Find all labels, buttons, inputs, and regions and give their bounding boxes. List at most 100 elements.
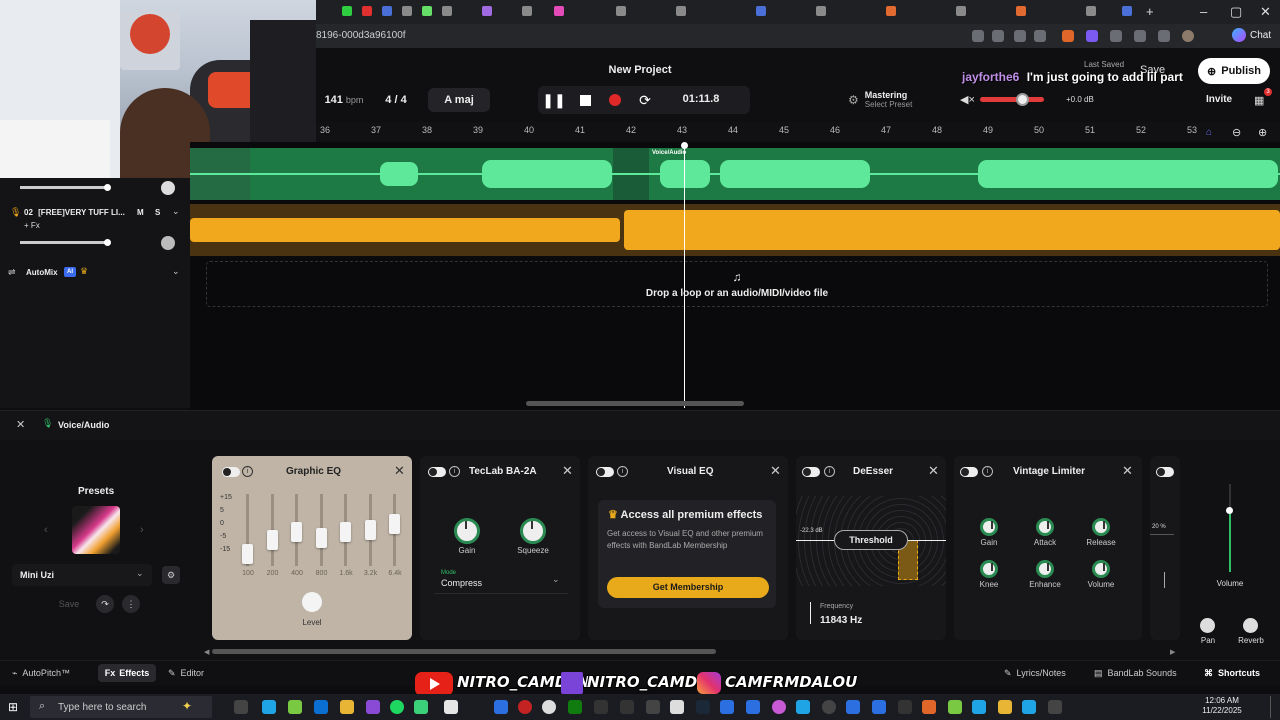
scroll-right-icon[interactable]: ▶ <box>1170 648 1175 656</box>
info-icon[interactable]: i <box>824 466 835 477</box>
app-icon[interactable] <box>872 700 886 714</box>
volume-fader-handle[interactable] <box>1226 507 1233 514</box>
preset-thumbnail[interactable] <box>72 506 120 554</box>
drop-zone[interactable]: ♫ Drop a loop or an audio/MIDI/video fil… <box>206 261 1268 307</box>
show-desktop[interactable] <box>1270 696 1280 718</box>
close-fx-icon[interactable]: ✕ <box>16 418 25 431</box>
teclab-toggle[interactable] <box>428 467 446 477</box>
gain-knob[interactable] <box>454 518 480 544</box>
graphic-eq-toggle[interactable] <box>222 467 240 477</box>
edge-icon[interactable] <box>262 700 276 714</box>
app-icon[interactable] <box>366 700 380 714</box>
timeline-ruler[interactable]: 36 37 38 39 40 41 42 43 44 45 46 47 48 49 50 51 52 53 <box>316 122 1280 142</box>
track-2-mute[interactable]: M <box>137 208 144 217</box>
star-icon[interactable] <box>1034 30 1046 42</box>
task-view-icon[interactable] <box>234 700 248 714</box>
eq-band-handle[interactable] <box>315 528 327 548</box>
tab-icon[interactable] <box>956 6 966 16</box>
address-bar[interactable]: 8196-000d3a96100f Chat <box>316 24 1280 48</box>
new-tab-icon[interactable]: + <box>1146 4 1154 19</box>
outlook-icon[interactable] <box>314 700 328 714</box>
app-icon[interactable] <box>518 700 532 714</box>
squeeze-knob[interactable] <box>520 518 546 544</box>
record-icon[interactable] <box>604 89 626 111</box>
lyrics-notes-button[interactable]: ✎ Lyrics/Notes <box>1004 668 1066 679</box>
app-icon[interactable] <box>414 700 428 714</box>
close-icon[interactable]: ✕ <box>562 463 573 479</box>
volume-knob[interactable] <box>1092 560 1110 578</box>
chevron-right-icon[interactable]: › <box>140 524 144 536</box>
app-icon[interactable] <box>620 700 634 714</box>
tab-icon[interactable] <box>1122 6 1132 16</box>
track-1-volume-slider[interactable] <box>20 186 108 189</box>
track-2-solo[interactable]: S <box>155 208 160 217</box>
chevron-left-icon[interactable]: ‹ <box>44 524 48 536</box>
close-icon[interactable]: ✕ <box>770 463 781 479</box>
extension-icon[interactable] <box>1086 30 1098 42</box>
tab-icon[interactable] <box>676 6 686 16</box>
info-icon[interactable]: i <box>242 466 253 477</box>
track-2-volume-slider[interactable] <box>20 241 108 244</box>
knee-knob[interactable] <box>980 560 998 578</box>
extension-icon[interactable] <box>992 30 1004 42</box>
profile-avatar[interactable] <box>1182 30 1194 42</box>
stop-icon[interactable] <box>574 89 596 111</box>
zoom-in-icon[interactable]: ⊕ <box>1258 126 1267 139</box>
get-membership-button[interactable]: Get Membership <box>607 577 769 598</box>
track-2-pan-knob[interactable] <box>161 236 175 250</box>
favorites-icon[interactable] <box>1134 30 1146 42</box>
eq-band-handle[interactable] <box>291 522 302 542</box>
mastering-selector[interactable]: ⚙ Mastering Select Preset <box>848 88 948 112</box>
track-1-volume-handle[interactable] <box>104 184 111 191</box>
enhance-knob[interactable] <box>1036 560 1054 578</box>
explorer-icon[interactable] <box>340 700 354 714</box>
threshold-control[interactable]: Threshold <box>834 530 908 550</box>
vintage-limiter-toggle[interactable] <box>960 467 978 477</box>
app-icon[interactable] <box>720 700 734 714</box>
preset-settings-icon[interactable]: ⚙ <box>162 566 180 584</box>
app-icon[interactable] <box>646 700 660 714</box>
calendar-icon[interactable]: ▦ <box>1254 94 1264 107</box>
horizontal-scrollbar[interactable] <box>526 401 744 406</box>
voice-audio-clip[interactable]: Voice/Audio <box>190 148 1280 200</box>
attack-knob[interactable] <box>1036 518 1054 536</box>
app-icon[interactable] <box>922 700 936 714</box>
tab-icon[interactable] <box>616 6 626 16</box>
tab-icon[interactable] <box>756 6 766 16</box>
more-options-icon[interactable]: ⋮ <box>122 595 140 613</box>
mute-master-icon[interactable]: ◀× <box>960 93 975 106</box>
app-icon[interactable] <box>594 700 608 714</box>
pan-knob[interactable] <box>1200 618 1215 633</box>
info-icon[interactable]: i <box>617 466 628 477</box>
track-1-pan-knob[interactable] <box>161 181 175 195</box>
level-knob[interactable] <box>302 592 322 612</box>
tab-icon[interactable] <box>402 6 412 16</box>
chevron-down-icon[interactable]: ⌄ <box>172 266 180 277</box>
tab-icon[interactable] <box>342 6 352 16</box>
install-icon[interactable] <box>1014 30 1026 42</box>
info-icon[interactable]: i <box>449 466 460 477</box>
publish-button[interactable]: ⊕ Publish <box>1198 58 1270 84</box>
eq-band-handle[interactable] <box>364 520 376 540</box>
autopitch-tab[interactable]: ⌁ AutoPitch™ <box>12 668 70 679</box>
playhead-handle[interactable] <box>681 142 688 149</box>
partial-toggle[interactable] <box>1156 467 1174 477</box>
close-window-icon[interactable]: ✕ <box>1260 4 1271 20</box>
tab-icon[interactable] <box>422 6 432 16</box>
app-icon[interactable] <box>542 700 556 714</box>
taskbar-clock[interactable]: 12:06 AM 11/22/2025 <box>1200 696 1244 716</box>
app-icon[interactable] <box>772 700 786 714</box>
gain-knob[interactable] <box>980 518 998 536</box>
app-icon[interactable] <box>998 700 1012 714</box>
project-title[interactable]: New Project <box>560 64 720 76</box>
visual-eq-toggle[interactable] <box>596 467 614 477</box>
collections-icon[interactable] <box>1158 30 1170 42</box>
zoom-out-icon[interactable]: ⊖ <box>1232 126 1241 139</box>
mode-selector[interactable]: Mode Compress ⌄ <box>434 566 568 594</box>
app-icon[interactable] <box>1022 700 1036 714</box>
close-icon[interactable]: ✕ <box>394 463 405 479</box>
bpm-control[interactable]: 141 bpm <box>316 88 372 112</box>
loop-icon[interactable]: ⟳ <box>634 89 656 111</box>
spotify-icon[interactable] <box>390 700 404 714</box>
eq-band-handle[interactable] <box>340 522 351 542</box>
